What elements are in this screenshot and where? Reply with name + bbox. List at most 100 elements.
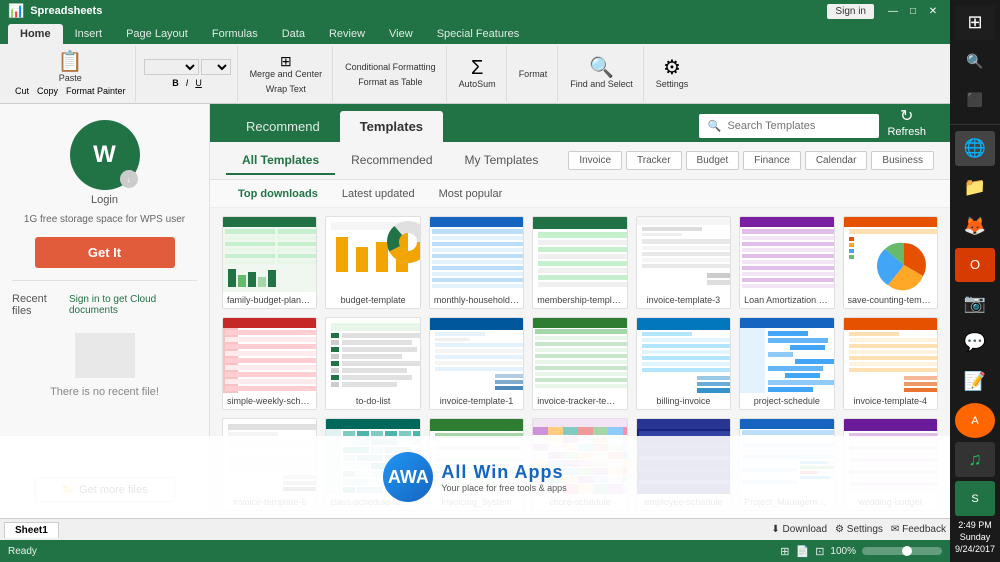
autosum-label: AutoSum (459, 79, 496, 89)
sign-in-link[interactable]: Sign in to get Cloud documents (69, 294, 197, 316)
notes-icon[interactable]: 📝 (955, 364, 995, 399)
template-thumb (223, 217, 317, 292)
refresh-button[interactable]: ↻ Refresh (879, 106, 934, 138)
template-card[interactable]: Loan Amortization Sc... (739, 216, 834, 309)
tag-business[interactable]: Business (871, 151, 934, 170)
italic-button[interactable]: I (183, 77, 192, 89)
app-icon: 📊 (8, 3, 24, 19)
tab-review[interactable]: Review (317, 24, 377, 44)
template-card[interactable]: monthly-household-b... (429, 216, 524, 309)
zoom-bar[interactable] (862, 547, 942, 555)
tab-page-layout[interactable]: Page Layout (114, 24, 200, 44)
wps-icon[interactable]: S (955, 481, 995, 516)
template-name: monthly-household-b... (430, 292, 523, 308)
music-icon[interactable]: ♫ (955, 442, 995, 477)
template-thumb (740, 318, 834, 393)
sort-latest[interactable]: Latest updated (330, 184, 427, 204)
win-apps-title: All Win Apps (441, 462, 566, 483)
folder-icon[interactable]: 📁 (955, 170, 995, 205)
paste-button[interactable]: 📋 Paste (54, 50, 87, 85)
template-card[interactable]: invoice-template-1 (429, 317, 524, 410)
merge-center-button[interactable]: ⊞ Merge and Center (246, 52, 327, 81)
template-card[interactable]: invoice-template-3 (636, 216, 731, 309)
tag-budget[interactable]: Budget (686, 151, 740, 170)
sort-top-downloads[interactable]: Top downloads (226, 184, 330, 204)
audacity-icon[interactable]: A (955, 403, 995, 438)
filter-all[interactable]: All Templates (226, 147, 335, 175)
view-page-icon[interactable]: 📄 (796, 545, 810, 558)
tag-tracker[interactable]: Tracker (626, 151, 682, 170)
sheet-tab-1[interactable]: Sheet1 (4, 522, 59, 538)
wrap-text-button[interactable]: Wrap Text (262, 81, 310, 96)
autosum-button[interactable]: Σ AutoSum (455, 56, 500, 91)
tag-calendar[interactable]: Calendar (805, 151, 868, 170)
search-icon[interactable]: 🔍 (955, 44, 995, 79)
template-card[interactable]: simple-weekly-sched... (222, 317, 317, 410)
template-card[interactable]: invoice-template-4 (843, 317, 938, 410)
template-thumb (844, 318, 938, 393)
settings-button[interactable]: ⚙ Settings (652, 56, 693, 91)
clock-time: 2:49 PM (958, 520, 992, 530)
font-select[interactable] (144, 59, 199, 75)
minimize-button[interactable]: — (884, 3, 902, 19)
zoom-thumb[interactable] (902, 546, 912, 556)
bold-button[interactable]: B (169, 77, 182, 89)
top-nav: Recommend Templates 🔍 ↻ Refresh (210, 104, 950, 142)
wechat-icon[interactable]: 💬 (955, 325, 995, 360)
office-icon[interactable]: O (955, 248, 995, 283)
template-thumb (430, 217, 524, 292)
edge-icon[interactable]: 🌐 (955, 131, 995, 166)
template-card[interactable]: billing-invoice (636, 317, 731, 410)
cut-button[interactable]: Cut (12, 85, 32, 97)
template-card[interactable]: budget-template (325, 216, 420, 309)
template-card[interactable]: invoice-tracker-temp... (532, 317, 627, 410)
get-it-button[interactable]: Get It (35, 237, 175, 268)
download-button[interactable]: ⬇ Download (771, 524, 827, 535)
font-group: B I U (138, 46, 238, 102)
font-size-select[interactable] (201, 59, 231, 75)
instagram-icon[interactable]: 📷 (955, 286, 995, 321)
search-input[interactable] (699, 114, 879, 138)
format-button[interactable]: Format (515, 66, 552, 81)
template-card[interactable]: membership-template (532, 216, 627, 309)
format-painter-button[interactable]: Format Painter (63, 85, 129, 97)
tab-templates[interactable]: Templates (340, 111, 443, 142)
view-normal-icon[interactable]: ⊞ (780, 545, 789, 558)
filter-my-templates[interactable]: My Templates (449, 147, 555, 175)
tab-view[interactable]: View (377, 24, 425, 44)
copy-button[interactable]: Copy (34, 85, 61, 97)
sort-popular[interactable]: Most popular (427, 184, 515, 204)
settings-status-button[interactable]: ⚙ Settings (835, 524, 883, 535)
tab-recommend[interactable]: Recommend (226, 111, 340, 142)
tag-invoice[interactable]: Invoice (568, 151, 622, 170)
tab-home[interactable]: Home (8, 24, 63, 44)
merge-icon: ⊞ (280, 54, 292, 68)
tag-finance[interactable]: Finance (743, 151, 801, 170)
template-thumb (430, 318, 524, 393)
template-card[interactable]: family-budget-planne. (222, 216, 317, 309)
template-card[interactable]: to-do-list (325, 317, 420, 410)
windows-icon[interactable]: ⊞ (955, 5, 995, 40)
templates-row-1: family-budget-planne. (222, 216, 938, 309)
template-thumb (740, 217, 834, 292)
alignment-group: ⊞ Merge and Center Wrap Text (240, 46, 334, 102)
main-content: W ↓ Login 1G free storage space for WPS … (0, 104, 950, 518)
tab-formulas[interactable]: Formulas (200, 24, 270, 44)
filter-recommended[interactable]: Recommended (335, 147, 448, 175)
conditional-format-button[interactable]: Conditional Formatting (341, 59, 440, 74)
view-fullscreen-icon[interactable]: ⊡ (815, 545, 824, 558)
close-button[interactable]: ✕ (924, 3, 942, 19)
sign-in-button[interactable]: Sign in (827, 4, 874, 19)
tab-data[interactable]: Data (270, 24, 317, 44)
maximize-button[interactable]: □ (904, 3, 922, 19)
firefox-icon[interactable]: 🦊 (955, 209, 995, 244)
underline-button[interactable]: U (192, 77, 205, 89)
template-card[interactable]: ★ save-counting-templa... (843, 216, 938, 309)
feedback-button[interactable]: ✉ Feedback (891, 524, 946, 535)
tab-insert[interactable]: Insert (63, 24, 115, 44)
template-card[interactable]: project-schedule (739, 317, 834, 410)
format-table-button[interactable]: Format as Table (354, 74, 426, 89)
tab-special[interactable]: Special Features (425, 24, 532, 44)
task-view-icon[interactable]: ⬛ (955, 83, 995, 118)
find-select-button[interactable]: 🔍 Find and Select (566, 56, 637, 91)
